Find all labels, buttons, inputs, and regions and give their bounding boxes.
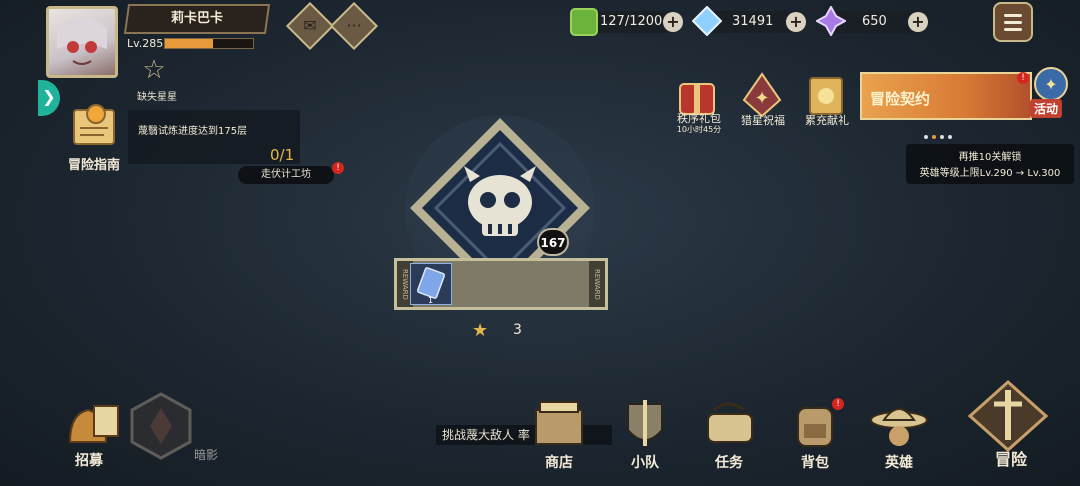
nav-recruit-button[interactable] — [54, 396, 124, 456]
guide-scroll-icon[interactable] — [66, 100, 126, 152]
main-menu-button[interactable] — [993, 2, 1033, 42]
guide-progress: 0/1 — [270, 146, 295, 164]
add-stamina-button[interactable]: + — [663, 12, 683, 32]
nav-bag-label: 背包 — [801, 455, 829, 471]
avatar-art — [57, 17, 107, 65]
mail-button[interactable]: ✉ — [285, 1, 335, 51]
guide-task-text: 蔑翳试炼进度达到175层 — [138, 126, 248, 137]
sword-shield-icon — [627, 400, 663, 446]
nav-shop-button[interactable] — [524, 396, 594, 456]
chat-bubble-icon: ··· — [346, 16, 362, 35]
xp-bar-fill — [165, 39, 214, 48]
nav-recruit-label: 招募 — [75, 453, 103, 469]
gem-icon — [814, 4, 848, 38]
star-blessing-label: 猎星祝福 — [741, 114, 785, 127]
player-level: Lv.285 — [127, 37, 164, 50]
banner-title: 冒险契约 — [870, 90, 931, 108]
nav-adventure-label: 冒险 — [994, 450, 1027, 469]
gift-pack-timer: 10小时45分 — [676, 125, 722, 134]
add-gem-button[interactable]: + — [908, 12, 928, 32]
menu-icon — [1004, 14, 1022, 17]
player-avatar[interactable] — [46, 6, 118, 78]
envelope-icon: ✉ — [303, 16, 317, 35]
nav-squad-button[interactable] — [610, 396, 680, 456]
reward-item-count: 1 — [428, 296, 434, 305]
adventure-sword-icon — [967, 379, 1049, 453]
star-requirement-value: 3 — [513, 322, 522, 338]
crystal-value: 31491 — [732, 14, 774, 29]
nav-shadow-button[interactable] — [130, 392, 192, 460]
nav-quest-label: 任务 — [715, 455, 743, 471]
xp-bar — [164, 38, 254, 49]
crystal-icon — [691, 5, 723, 37]
star-icon: ☆ — [142, 55, 166, 85]
guide-label: 冒险指南 — [68, 158, 121, 173]
unlock-line-1: 再推10关解锁 — [958, 152, 1022, 163]
reward-side-label-right: REWARD — [589, 261, 605, 307]
nav-squad-label: 小队 — [631, 455, 659, 471]
nav-hero-label: 英雄 — [885, 455, 913, 471]
player-name: 莉卡巴卡 — [170, 11, 223, 26]
record-button[interactable]: 走伏计工坊 — [238, 166, 334, 184]
add-crystal-button[interactable]: + — [786, 12, 806, 32]
banner-page-dots — [924, 124, 954, 139]
nav-quest-button[interactable] — [694, 396, 764, 456]
nav-shop-label: 商店 — [545, 455, 573, 471]
star-requirement-icon: ★ — [472, 320, 489, 341]
bag-alert-badge: ! — [832, 398, 844, 410]
quest-scroll-icon — [707, 402, 753, 443]
nav-shadow-label: 暗影 — [194, 448, 219, 462]
svg-text:✦: ✦ — [1044, 75, 1057, 94]
bell-icon — [68, 405, 119, 443]
stamina-value: 127/1200 — [600, 14, 663, 29]
missing-stars-label: 缺失星星 — [137, 92, 177, 103]
stage-count-badge: 167 — [537, 228, 569, 256]
chat-button[interactable]: ··· — [329, 1, 379, 51]
stamina-icon — [570, 8, 598, 36]
shop-icon — [535, 401, 583, 445]
gem-value: 650 — [862, 14, 887, 29]
activity-label: 活动 — [1030, 99, 1063, 118]
unlock-line-2: 英雄等级上限Lv.290 → Lv.300 — [919, 168, 1061, 179]
nav-adventure-button[interactable] — [966, 378, 1050, 454]
shadow-crest-icon — [130, 392, 192, 460]
missing-stars-button[interactable]: ☆ — [140, 56, 168, 84]
player-name-box: 莉卡巴卡 — [123, 4, 271, 34]
expand-side-button[interactable]: ❯ — [38, 80, 60, 116]
record-alert-badge: ! — [332, 162, 344, 174]
svg-text:✦: ✦ — [754, 88, 769, 109]
recharge-gift-label: 累充献礼 — [805, 114, 849, 127]
chevron-right-icon: ❯ — [42, 87, 56, 106]
hero-hat-icon — [870, 408, 928, 446]
nav-hero-button[interactable] — [864, 396, 934, 456]
